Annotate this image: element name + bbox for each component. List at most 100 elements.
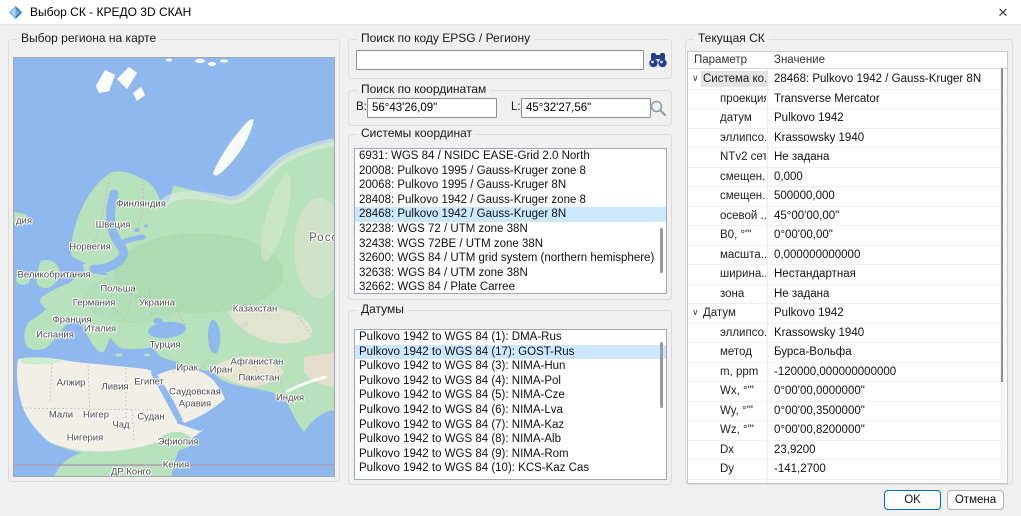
cs-parameter-row[interactable]: масшта...0,000000000000 [688, 246, 1007, 266]
datum-item[interactable]: Pulkovo 1942 to WGS 84 (5): NIMA-Cze [355, 388, 666, 403]
cs-parameter-row[interactable]: m, ppm-120000,000000000000 [688, 363, 1007, 383]
coordinate-systems-list[interactable]: 6931: WGS 84 / NSIDC EASE-Grid 2.0 North… [354, 148, 667, 294]
coordinate-system-item[interactable]: 28468: Pulkovo 1942 / Gauss-Kruger 8N [355, 207, 666, 222]
list-scrollbar[interactable] [660, 228, 663, 273]
datum-item[interactable]: Pulkovo 1942 to WGS 84 (4): NIMA-Pol [355, 374, 666, 389]
datums-group: Датумы Pulkovo 1942 to WGS 84 (1): DMA-R… [348, 310, 672, 485]
parameter-name: NTv2 сет... [720, 151, 766, 163]
l-coordinate-input[interactable] [521, 98, 651, 118]
coordinate-system-item[interactable]: 32438: WGS 72BE / UTM zone 38N [355, 237, 666, 252]
cs-parameter-row[interactable]: смещен...500000,000 [688, 187, 1007, 207]
magnifier-icon[interactable] [647, 98, 669, 118]
cs-parameter-row[interactable]: зона Не задана [688, 285, 1007, 305]
map-country-label: Испания [36, 330, 74, 341]
map-country-label: Финляндия [116, 199, 166, 210]
parameter-value: 0°00'00,3500000" [774, 405, 997, 417]
cs-parameter-row[interactable]: осевой ... 45°00'00,00" [688, 207, 1007, 227]
parameter-name: проекция [720, 93, 766, 105]
binoculars-icon[interactable] [647, 50, 669, 70]
cs-parameter-row[interactable]: Dy -141,2700 [688, 460, 1007, 480]
l-field-label: L: [511, 101, 521, 113]
parameter-name: эллипсо... [720, 327, 766, 339]
column-header-value: Значение [774, 54, 825, 66]
cs-parameter-row[interactable]: эллипсо...Krassowsky 1940 [688, 324, 1007, 344]
parameter-value: Не задана [774, 288, 997, 300]
epsg-group-label: Поиск по коду EPSG / Региону [357, 31, 534, 45]
datum-item[interactable]: Pulkovo 1942 to WGS 84 (17): GOST-Rus [355, 345, 666, 360]
coordinate-system-item[interactable]: 20068: Pulkovo 1995 / Gauss-Kruger 8N [355, 178, 666, 193]
cs-parameter-row[interactable]: смещен...0,000 [688, 168, 1007, 188]
cs-parameter-row[interactable]: Wz, °'" 0°00'00,8200000" [688, 421, 1007, 441]
map-country-label: Иран [210, 365, 233, 376]
parameter-value: Transverse Mercator [774, 93, 997, 105]
cancel-button[interactable]: Отмена [947, 490, 1004, 510]
datums-list[interactable]: Pulkovo 1942 to WGS 84 (1): DMA-RusPulko… [354, 329, 667, 480]
cs-parameter-row[interactable]: ∨ДатумPulkovo 1942 [688, 304, 1007, 324]
cs-parameter-row[interactable]: ∨Система ко...28468: Pulkovo 1942 / Gaus… [688, 70, 1007, 90]
table-scrollbar-thumb[interactable] [1001, 68, 1003, 382]
datum-item[interactable]: Pulkovo 1942 to WGS 84 (8): NIMA-Alb [355, 432, 666, 447]
parameter-value: Pulkovo 1942 [774, 112, 997, 124]
chevron-down-icon[interactable]: ∨ [692, 307, 699, 318]
b-field-label: B: [356, 101, 367, 113]
parameter-name: осевой ... [720, 210, 766, 222]
b-coordinate-input[interactable] [367, 98, 497, 118]
column-header-parameter: Параметр [694, 54, 747, 66]
parameter-name: зона [720, 288, 766, 300]
datums-group-label: Датумы [357, 302, 408, 316]
cs-parameter-row[interactable]: Wx, °'" 0°00'00,0000000" [688, 382, 1007, 402]
table-rows: ∨Система ко...28468: Pulkovo 1942 / Gaus… [688, 70, 1007, 480]
parameter-name: Wx, °'" [720, 385, 766, 397]
cs-parameter-row[interactable]: NTv2 сет...Не задана [688, 148, 1007, 168]
world-map[interactable]: дияФинляндияШвецияНорвегияРоссияВеликобр… [13, 57, 335, 477]
map-country-label: Пакистан [238, 373, 279, 384]
table-header: Параметр Значение [688, 52, 1007, 69]
cs-parameter-row[interactable]: ширина...Нестандартная [688, 265, 1007, 285]
coordinate-system-item[interactable]: 32662: WGS 84 / Plate Carree [355, 280, 666, 294]
coordinate-system-item[interactable]: 32600: WGS 84 / UTM grid system (norther… [355, 251, 666, 266]
parameter-value: 28468: Pulkovo 1942 / Gauss-Kruger 8N [774, 73, 997, 85]
parameter-name: датум [720, 112, 766, 124]
parameter-name: Dx [720, 444, 766, 456]
parameter-value: 0°00'00,0000000" [774, 385, 997, 397]
coordinate-system-item[interactable]: 28408: Pulkovo 1942 / Gauss-Kruger zone … [355, 193, 666, 208]
parameter-name: ширина... [720, 268, 766, 280]
cs-parameter-row[interactable]: эллипсо...Krassowsky 1940 [688, 129, 1007, 149]
ok-button[interactable]: OK [884, 490, 941, 510]
cs-parameter-row[interactable]: Dx23,9200 [688, 441, 1007, 461]
parameter-name: B0, °'" [720, 229, 766, 241]
list-scrollbar[interactable] [660, 342, 663, 408]
coordinate-system-item[interactable]: 6931: WGS 84 / NSIDC EASE-Grid 2.0 North [355, 149, 666, 164]
window-title: Выбор СК - КРЕДО 3D СКАН [30, 5, 191, 19]
cs-parameter-row[interactable]: Wy, °'" 0°00'00,3500000" [688, 402, 1007, 422]
datum-item[interactable]: Pulkovo 1942 to WGS 84 (6): NIMA-Lva [355, 403, 666, 418]
cs-parameter-row[interactable]: B0, °'" 0°00'00,00" [688, 226, 1007, 246]
datum-item[interactable]: Pulkovo 1942 to WGS 84 (9): NIMA-Rom [355, 447, 666, 462]
map-country-label: Нигерия [67, 433, 103, 444]
current-cs-group: Текущая СК Параметр Значение ∨Система ко… [685, 39, 1013, 485]
parameter-name: Dy [720, 463, 766, 475]
cs-parameter-row[interactable]: методБурса-Вольфа [688, 343, 1007, 363]
coord-group-label: Поиск по координатам [357, 82, 490, 96]
cs-parameter-row[interactable]: датум Pulkovo 1942 [688, 109, 1007, 129]
coordinate-system-item[interactable]: 32638: WGS 84 / UTM zone 38N [355, 266, 666, 281]
map-country-label: Ирак [176, 363, 198, 374]
map-country-label: Чад [112, 420, 129, 431]
chevron-down-icon[interactable]: ∨ [692, 73, 699, 84]
epsg-search-input[interactable] [356, 50, 644, 70]
parameter-value: 0°00'00,00" [774, 229, 997, 241]
cs-parameter-row[interactable]: проекция Transverse Mercator [688, 90, 1007, 110]
datum-item[interactable]: Pulkovo 1942 to WGS 84 (10): KCS-Kaz Cas [355, 461, 666, 476]
parameter-name: смещен... [720, 190, 766, 202]
datum-item[interactable]: Pulkovo 1942 to WGS 84 (3): NIMA-Hun [355, 359, 666, 374]
coordinate-system-item[interactable]: 20008: Pulkovo 1995 / Gauss-Kruger zone … [355, 164, 666, 179]
parameter-value: -141,2700 [774, 463, 997, 475]
map-country-label: Алжир [57, 378, 86, 389]
dialog-select-coordinate-system: Выбор СК - КРЕДО 3D СКАН ✕ Выбор региона… [0, 0, 1021, 516]
close-icon[interactable]: ✕ [991, 2, 1015, 23]
coordinate-system-item[interactable]: 32238: WGS 72 / UTM zone 38N [355, 222, 666, 237]
coord-search-group: Поиск по координатам B: L: [348, 90, 672, 126]
datum-item[interactable]: Pulkovo 1942 to WGS 84 (7): NIMA-Kaz [355, 418, 666, 433]
map-region-group: Выбор региона на карте [8, 39, 340, 482]
datum-item[interactable]: Pulkovo 1942 to WGS 84 (1): DMA-Rus [355, 330, 666, 345]
